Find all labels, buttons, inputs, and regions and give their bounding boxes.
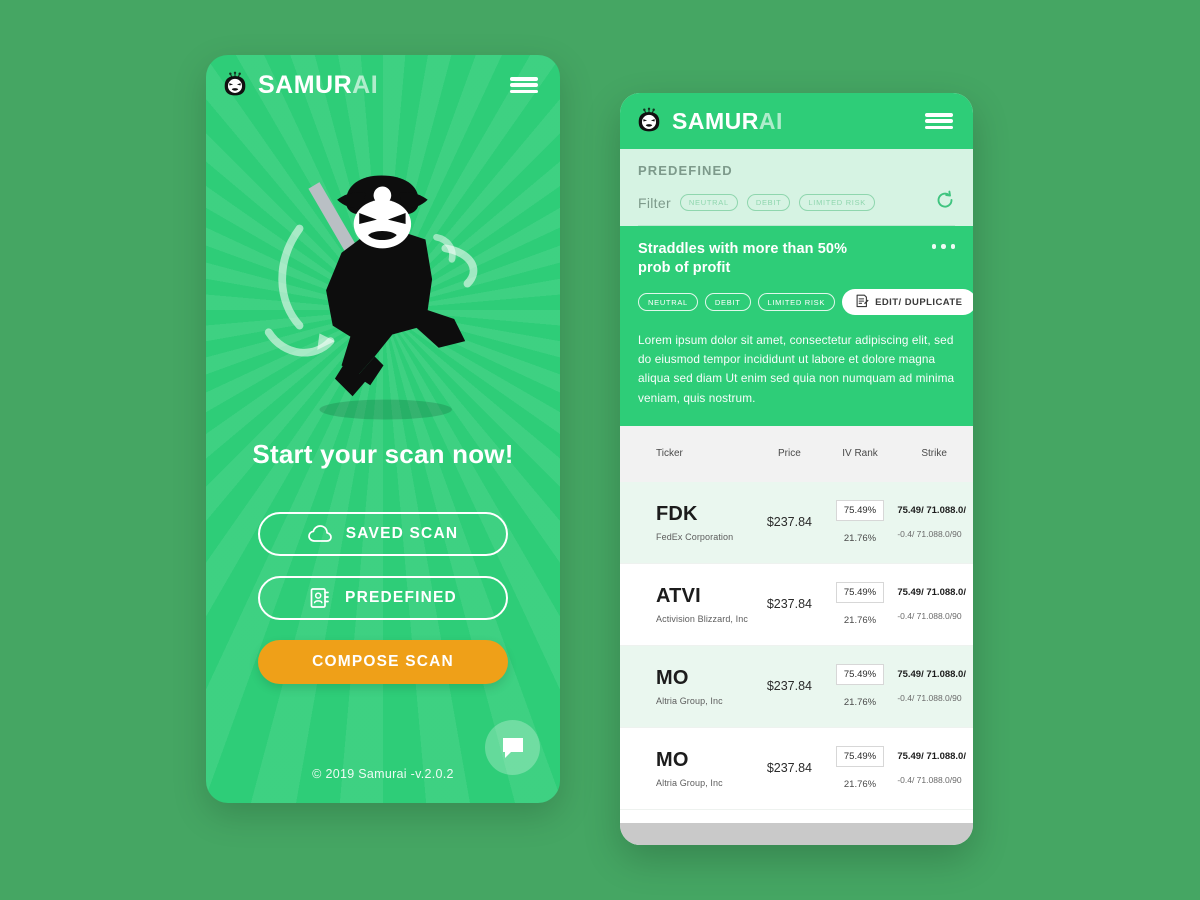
strike-sub-value: -0.4/ 71.088.0/90 <box>897 775 962 786</box>
iv-rank-value: 75.49% <box>835 500 885 522</box>
strike-cell: 75.49/ 71.088.0/ -0.4/ 71.088.0/90 <box>895 669 973 703</box>
iv-rank-cell: 75.49% 21.76% <box>825 500 896 544</box>
scan-card-description: Lorem ipsum dolor sit amet, consectetur … <box>638 333 955 405</box>
edit-document-icon <box>856 294 869 311</box>
company-name: Altria Group, Inc <box>656 777 723 788</box>
table-row[interactable]: MO Altria Group, Inc $237.84 75.49% 21.7… <box>620 645 973 728</box>
column-header-price: Price <box>778 448 801 460</box>
tag-debit[interactable]: DEBIT <box>704 293 751 312</box>
company-name: Activision Blizzard, Inc <box>656 613 748 624</box>
iv-rank-cell: 75.49% 21.76% <box>825 582 896 626</box>
price-cell: $237.84 <box>766 761 813 776</box>
edit-duplicate-button[interactable]: EDIT/ DUPLICATE <box>842 289 973 316</box>
iv-rank-value: 75.49% <box>835 746 885 768</box>
filter-label: Filter <box>638 194 671 211</box>
saved-scan-button[interactable]: SAVED SCAN <box>258 512 508 556</box>
hamburger-menu-icon[interactable] <box>925 111 953 131</box>
iv-rank-value: 75.49% <box>835 582 885 604</box>
scan-card-title: Straddles with more than 50% prob of pro… <box>638 241 848 277</box>
strike-sub-value: -0.4/ 71.088.0/90 <box>897 611 962 622</box>
tag-neutral[interactable]: NEUTRAL <box>638 293 698 312</box>
predefined-button[interactable]: PREDEFINED <box>258 576 508 620</box>
phone-screen-predefined: SAMURAI PREDEFINED Filter NEUTRAL DEBIT … <box>620 93 973 845</box>
edit-duplicate-label: EDIT/ DUPLICATE <box>875 296 963 308</box>
iv-rank-cell: 75.49% 21.76% <box>825 746 896 790</box>
ticker-symbol: MO <box>656 666 689 689</box>
samurai-mask-icon <box>220 70 250 100</box>
ticker-cell: MO Altria Group, Inc <box>620 749 754 788</box>
contact-book-icon <box>309 587 331 609</box>
ticker-cell: FDK FedEx Corporation <box>620 503 754 542</box>
filter-bar: Filter NEUTRAL DEBIT LIMITED RISK <box>638 178 955 226</box>
app-logo[interactable]: SAMURAI <box>220 70 378 100</box>
app-header: SAMURAI <box>206 55 560 115</box>
column-header-iv-rank: IV Rank <box>842 448 878 460</box>
ticker-cell: MO Altria Group, Inc <box>620 667 754 706</box>
iv-rank-sub-value: 21.76% <box>843 533 877 545</box>
column-header-strike: Strike <box>921 448 947 460</box>
app-logo-secondary[interactable]: SAMURAI <box>634 106 783 136</box>
filter-chip-debit[interactable]: DEBIT <box>746 194 791 211</box>
page-title: Start your scan now! <box>252 439 514 469</box>
table-header: Ticker Price IV Rank Strike <box>620 425 973 482</box>
table-row[interactable]: ATVI Activision Blizzard, Inc $237.84 75… <box>620 564 973 646</box>
iv-rank-value: 75.49% <box>835 664 885 686</box>
scan-card[interactable]: Straddles with more than 50% prob of pro… <box>620 226 973 426</box>
company-name: FedEx Corporation <box>656 531 734 542</box>
app-logo-text: SAMURAI <box>258 70 379 99</box>
iv-rank-sub-value: 21.76% <box>843 615 877 627</box>
hamburger-menu-icon[interactable] <box>510 75 538 95</box>
iv-rank-sub-value: 21.76% <box>843 697 877 709</box>
action-button-group: SAVED SCAN PREDEFINED COMPOSE SCAN <box>206 512 560 684</box>
section-title: PREDEFINED <box>638 163 733 178</box>
strike-cell: 75.49/ 71.088.0/ -0.4/ 71.088.0/90 <box>895 587 973 621</box>
ticker-symbol: MO <box>656 748 689 771</box>
phone-screen-home: SAMURAI Start your scan now! SAVED SCAN … <box>206 55 560 803</box>
column-header-ticker: Ticker <box>656 448 683 460</box>
table-row[interactable]: MO Altria Group, Inc $237.84 75.49% 21.7… <box>620 728 973 810</box>
samurai-mask-icon <box>634 106 664 136</box>
strike-sub-value: -0.4/ 71.088.0/90 <box>897 693 962 704</box>
tag-limited-risk[interactable]: LIMITED RISK <box>757 293 836 312</box>
app-footer: © 2019 Samurai -v.2.0.2 <box>206 713 560 803</box>
ticker-cell: ATVI Activision Blizzard, Inc <box>620 585 754 624</box>
iv-rank-cell: 75.49% 21.76% <box>825 664 896 708</box>
compose-scan-label: COMPOSE SCAN <box>312 653 454 670</box>
more-options-icon[interactable] <box>931 244 955 249</box>
chat-bubble-icon[interactable] <box>485 720 540 775</box>
compose-scan-button[interactable]: COMPOSE SCAN <box>258 640 508 684</box>
saved-scan-label: SAVED SCAN <box>345 525 459 542</box>
refresh-icon[interactable] <box>935 190 955 215</box>
scan-card-meta: NEUTRAL DEBIT LIMITED RISK EDIT/ DUPLICA… <box>638 289 973 316</box>
ticker-symbol: FDK <box>656 502 698 525</box>
strike-main-value: 75.49/ 71.088.0/ <box>897 505 966 517</box>
predefined-label: PREDEFINED <box>345 589 457 606</box>
cloud-icon <box>307 525 332 543</box>
price-cell: $237.84 <box>766 515 813 530</box>
company-name: Altria Group, Inc <box>656 695 723 706</box>
strike-main-value: 75.49/ 71.088.0/ <box>897 669 966 681</box>
iv-rank-sub-value: 21.76% <box>843 779 877 791</box>
strike-main-value: 75.49/ 71.088.0/ <box>897 587 966 599</box>
app-header-secondary: SAMURAI <box>620 93 973 149</box>
ticker-symbol: ATVI <box>656 584 701 607</box>
strike-sub-value: -0.4/ 71.088.0/90 <box>897 529 962 540</box>
filter-chip-neutral[interactable]: NEUTRAL <box>679 194 738 211</box>
predefined-section: PREDEFINED Filter NEUTRAL DEBIT LIMITED … <box>620 149 973 226</box>
strike-cell: 75.49/ 71.088.0/ -0.4/ 71.088.0/90 <box>895 505 973 539</box>
price-cell: $237.84 <box>766 597 813 612</box>
price-cell: $237.84 <box>766 679 813 694</box>
app-logo-text-secondary: SAMURAI <box>672 107 783 134</box>
table-row[interactable]: FDK FedEx Corporation $237.84 75.49% 21.… <box>620 481 973 564</box>
home-indicator-bar <box>620 823 973 845</box>
samurai-warrior-illustration <box>206 115 560 425</box>
strike-cell: 75.49/ 71.088.0/ -0.4/ 71.088.0/90 <box>895 751 973 785</box>
filter-chip-limited-risk[interactable]: LIMITED RISK <box>799 194 875 211</box>
strike-main-value: 75.49/ 71.088.0/ <box>897 751 966 763</box>
